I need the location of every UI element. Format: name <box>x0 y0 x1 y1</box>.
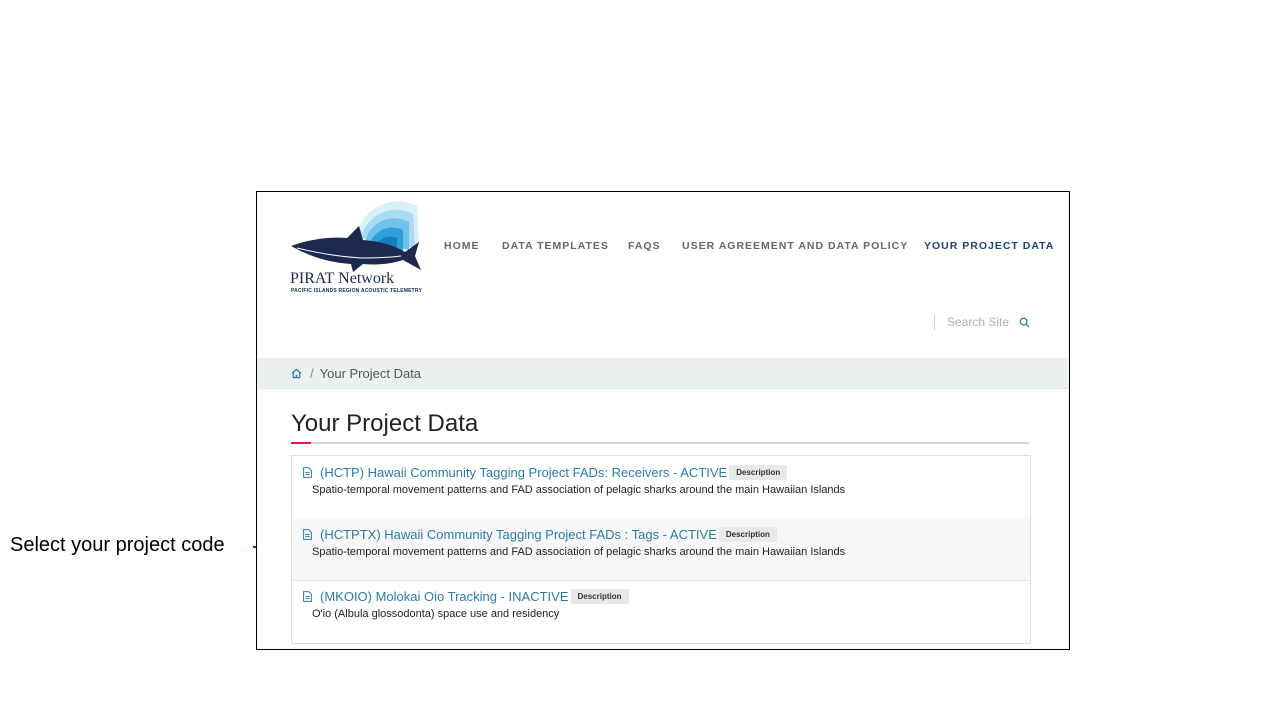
nav-faqs[interactable]: FAQS <box>628 240 661 252</box>
description-badge[interactable]: Description <box>718 527 777 542</box>
site-search <box>934 314 1030 330</box>
nav-data-templates[interactable]: DATA TEMPLATES <box>502 240 609 252</box>
website-screenshot: PIRAT Network PACIFIC ISLANDS REGION ACO… <box>256 191 1070 650</box>
nav-home[interactable]: HOME <box>444 240 480 252</box>
page-title: Your Project Data <box>291 410 479 437</box>
title-underline <box>291 442 1029 444</box>
title-accent-bar <box>291 442 311 444</box>
description-badge[interactable]: Description <box>729 465 788 480</box>
project-link-hctptx[interactable]: (HCTPTX) Hawaii Community Tagging Projec… <box>320 527 777 542</box>
project-title: (HCTP) Hawaii Community Tagging Project … <box>320 465 728 480</box>
project-list: (HCTP) Hawaii Community Tagging Project … <box>291 455 1031 644</box>
search-input[interactable] <box>947 315 1017 329</box>
document-icon <box>303 591 312 602</box>
nav-your-project-data[interactable]: YOUR PROJECT DATA <box>924 240 1054 252</box>
home-icon[interactable] <box>291 368 302 379</box>
breadcrumb: / Your Project Data <box>257 358 1069 389</box>
list-item: (HCTPTX) Hawaii Community Tagging Projec… <box>292 518 1030 581</box>
logo-title: PIRAT Network <box>290 270 395 287</box>
document-icon <box>303 529 312 540</box>
project-description: Spatio-temporal movement patterns and FA… <box>312 484 846 496</box>
nav-user-agreement[interactable]: USER AGREEMENT AND DATA POLICY <box>682 240 908 252</box>
project-title: (MKOIO) Molokai Oio Tracking - INACTIVE <box>320 589 569 604</box>
search-icon[interactable] <box>1019 317 1030 328</box>
document-icon <box>303 467 312 478</box>
project-link-mkoio[interactable]: (MKOIO) Molokai Oio Tracking - INACTIVE … <box>320 589 629 604</box>
project-description: Spatio-temporal movement patterns and FA… <box>312 546 846 558</box>
breadcrumb-separator: / <box>310 366 314 381</box>
breadcrumb-current: Your Project Data <box>319 366 422 381</box>
list-item: (HCTP) Hawaii Community Tagging Project … <box>292 456 1030 519</box>
logo-subtitle: PACIFIC ISLANDS REGION ACOUSTIC TELEMETR… <box>291 288 423 294</box>
project-title: (HCTPTX) Hawaii Community Tagging Projec… <box>320 527 717 542</box>
list-item: (MKOIO) Molokai Oio Tracking - INACTIVE … <box>292 580 1030 642</box>
project-link-hctp[interactable]: (HCTP) Hawaii Community Tagging Project … <box>320 465 788 480</box>
main-nav: HOME DATA TEMPLATES FAQS USER AGREEMENT … <box>257 240 1069 254</box>
annotation-label: Select your project code <box>10 534 225 556</box>
project-description: O'io (Albula glossodonta) space use and … <box>312 608 560 620</box>
description-badge[interactable]: Description <box>570 589 629 604</box>
